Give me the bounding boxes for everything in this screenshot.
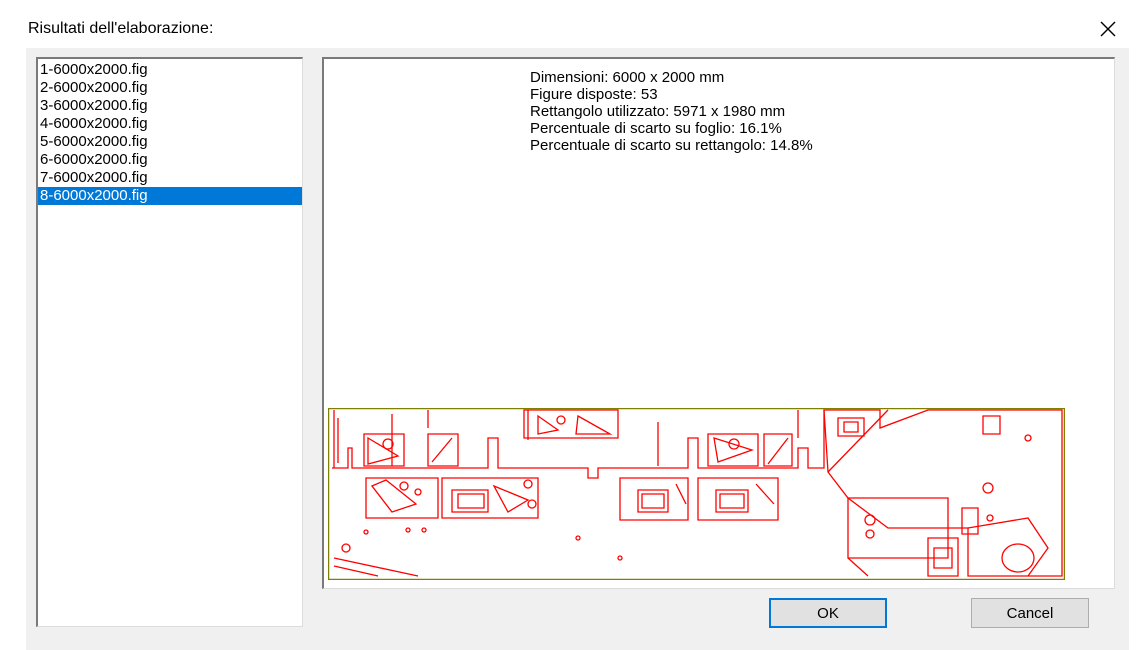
file-list-item[interactable]: 2-6000x2000.fig [38,79,302,97]
info-line-waste-rectangle: Percentuale di scarto su rettangolo: 14.… [530,137,813,154]
file-list-item[interactable]: 1-6000x2000.fig [38,61,302,79]
nesting-sheet-drawing [328,408,1065,580]
info-line-figures: Figure disposte: 53 [530,86,658,103]
file-list-item[interactable]: 7-6000x2000.fig [38,169,302,187]
info-line-dimensions: Dimensioni: 6000 x 2000 mm [530,69,725,86]
file-list-item[interactable]: 3-6000x2000.fig [38,97,302,115]
file-list-item[interactable]: 4-6000x2000.fig [38,115,302,133]
result-info: Dimensioni: 6000 x 2000 mm Figure dispos… [530,69,813,154]
file-list-item[interactable]: 5-6000x2000.fig [38,133,302,151]
ok-button[interactable]: OK [769,598,887,628]
dialog-title: Risultati dell'elaborazione: [28,20,214,37]
close-icon [1100,21,1116,37]
file-list-item-selected[interactable]: 8-6000x2000.fig [38,187,302,205]
results-dialog: Risultati dell'elaborazione: 1-6000x2000… [0,0,1145,650]
file-list[interactable]: 1-6000x2000.fig 2-6000x2000.fig 3-6000x2… [36,57,303,627]
nesting-preview-panel: Dimensioni: 6000 x 2000 mm Figure dispos… [322,57,1115,589]
info-line-used-rectangle: Rettangolo utilizzato: 5971 x 1980 mm [530,103,786,120]
file-list-item[interactable]: 6-6000x2000.fig [38,151,302,169]
cancel-button[interactable]: Cancel [971,598,1089,628]
dialog-client-area: 1-6000x2000.fig 2-6000x2000.fig 3-6000x2… [26,48,1129,650]
close-button[interactable] [1090,12,1126,46]
info-line-waste-sheet: Percentuale di scarto su foglio: 16.1% [530,120,782,137]
